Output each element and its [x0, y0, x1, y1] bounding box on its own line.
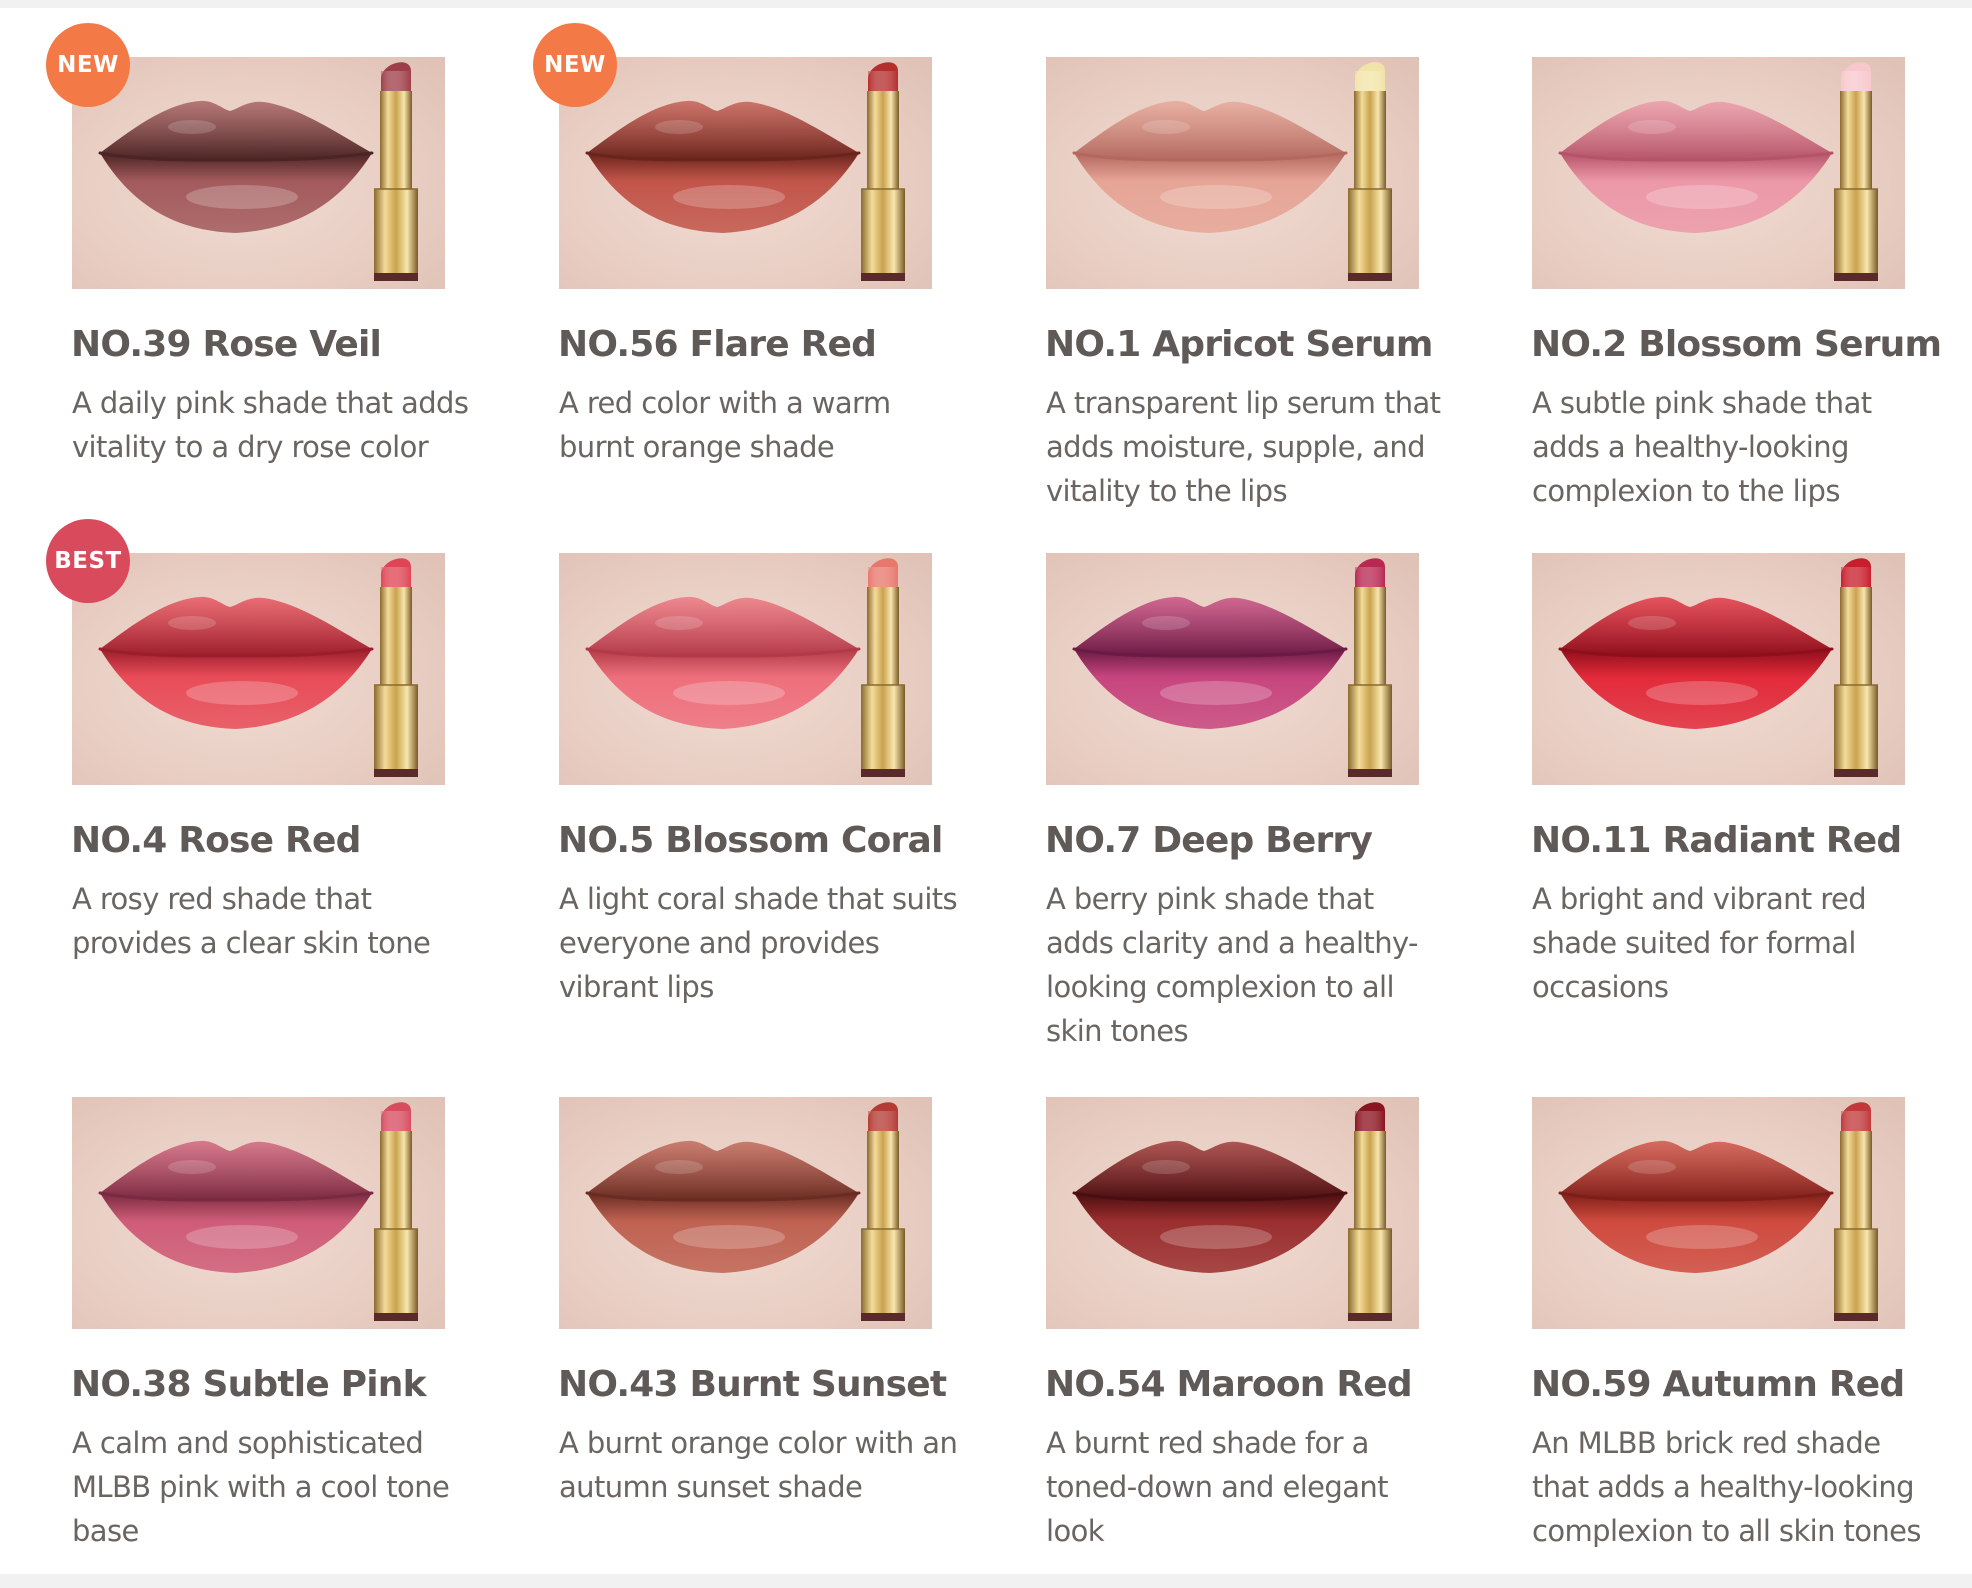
- product-card[interactable]: NO.7 Deep Berry A berry pink shade that a…: [1032, 504, 1472, 1048]
- product-card[interactable]: NO.5 Blossom Coral A light coral shade th…: [545, 504, 985, 1004]
- product-card[interactable]: NO.54 Maroon Red A burnt red shade for a …: [1032, 1048, 1472, 1548]
- lipstick-icon: [1834, 62, 1878, 281]
- shade-description: A red color with a warm burnt orange sha…: [559, 386, 891, 464]
- shade-description: A berry pink shade that adds clarity and…: [1046, 882, 1419, 1048]
- product-card[interactable]: NO.43 Burnt Sunset A burnt orange color w…: [545, 1048, 985, 1528]
- lips-swatch: [1558, 100, 1834, 233]
- shade-name[interactable]: NO.39 Rose Veil: [71, 324, 511, 365]
- swatch-image[interactable]: [72, 553, 445, 785]
- product-card[interactable]: NO.2 Blossom Serum A subtle pink shade th…: [1518, 8, 1958, 508]
- product-card[interactable]: NEW NO.56 Flare Red A red color with a war…: [533, 8, 985, 488]
- lips-swatch: [1072, 596, 1348, 729]
- shade-description: A burnt red shade for a toned-down and e…: [1046, 1426, 1389, 1548]
- lips-swatch: [585, 596, 861, 729]
- swatch-image[interactable]: [559, 57, 932, 289]
- lips-swatch: [1072, 1140, 1348, 1273]
- shade-name[interactable]: NO.7 Deep Berry: [1045, 820, 1485, 861]
- lipstick-icon: [861, 1102, 905, 1321]
- lipstick-icon: [1348, 62, 1392, 281]
- shade-description: A daily pink shade that adds vitality to…: [72, 386, 469, 464]
- shade-grid: NEW NO.39 Rose Veil A daily pink shade tha…: [0, 8, 1972, 1574]
- product-card[interactable]: BEST NO.4 Rose Red A rosy red shade that p…: [46, 504, 498, 984]
- shade-name[interactable]: NO.1 Apricot Serum: [1045, 324, 1485, 365]
- shade-description: A light coral shade that suits everyone …: [559, 882, 958, 1004]
- lipstick-icon: [861, 558, 905, 777]
- shade-name[interactable]: NO.2 Blossom Serum: [1531, 324, 1971, 365]
- lipstick-icon: [861, 62, 905, 281]
- shade-name[interactable]: NO.54 Maroon Red: [1045, 1364, 1485, 1405]
- product-card[interactable]: NO.38 Subtle Pink A calm and sophisticate…: [58, 1048, 498, 1548]
- product-card[interactable]: NO.11 Radiant Red A bright and vibrant re…: [1518, 504, 1958, 1004]
- badge-new: NEW: [533, 23, 617, 107]
- shade-description: A burnt orange color with an autumn suns…: [559, 1426, 958, 1504]
- shade-name[interactable]: NO.43 Burnt Sunset: [558, 1364, 998, 1405]
- swatch-image[interactable]: [72, 1097, 445, 1329]
- shade-description: A calm and sophisticated MLBB pink with …: [72, 1426, 450, 1548]
- lipstick-icon: [1348, 558, 1392, 777]
- lipstick-icon: [1348, 1102, 1392, 1321]
- lips-swatch: [1558, 596, 1834, 729]
- swatch-image[interactable]: [1046, 1097, 1419, 1329]
- shade-description: A bright and vibrant red shade suited fo…: [1532, 882, 1867, 1004]
- shade-description: An MLBB brick red shade that adds a heal…: [1532, 1426, 1922, 1548]
- product-card[interactable]: NEW NO.39 Rose Veil A daily pink shade tha…: [46, 8, 498, 488]
- lips-swatch: [98, 1140, 374, 1273]
- swatch-image[interactable]: [72, 57, 445, 289]
- lips-swatch: [1072, 100, 1348, 233]
- swatch-image[interactable]: [559, 1097, 932, 1329]
- product-card[interactable]: NO.1 Apricot Serum A transparent lip seru…: [1032, 8, 1472, 508]
- swatch-image[interactable]: [1046, 553, 1419, 785]
- badge-best: BEST: [46, 519, 130, 603]
- shade-name[interactable]: NO.59 Autumn Red: [1531, 1364, 1971, 1405]
- lipstick-icon: [374, 1102, 418, 1321]
- swatch-image[interactable]: [1532, 57, 1905, 289]
- lips-swatch: [1558, 1140, 1834, 1273]
- shade-name[interactable]: NO.56 Flare Red: [558, 324, 998, 365]
- lipstick-icon: [1834, 1102, 1878, 1321]
- shade-name[interactable]: NO.5 Blossom Coral: [558, 820, 998, 861]
- shade-description: A rosy red shade that provides a clear s…: [72, 882, 431, 960]
- swatch-image[interactable]: [1532, 1097, 1905, 1329]
- lipstick-icon: [1834, 558, 1878, 777]
- shade-name[interactable]: NO.38 Subtle Pink: [71, 1364, 511, 1405]
- swatch-image[interactable]: [559, 553, 932, 785]
- lipstick-icon: [374, 558, 418, 777]
- shade-description: A transparent lip serum that adds moistu…: [1046, 386, 1441, 508]
- badge-new: NEW: [46, 23, 130, 107]
- lipstick-icon: [374, 62, 418, 281]
- shade-description: A subtle pink shade that adds a healthy-…: [1532, 386, 1872, 508]
- swatch-image[interactable]: [1046, 57, 1419, 289]
- swatch-image[interactable]: [1532, 553, 1905, 785]
- product-card[interactable]: NO.59 Autumn Red An MLBB brick red shade …: [1518, 1048, 1958, 1548]
- shade-name[interactable]: NO.11 Radiant Red: [1531, 820, 1971, 861]
- lips-swatch: [585, 1140, 861, 1273]
- shade-name[interactable]: NO.4 Rose Red: [71, 820, 511, 861]
